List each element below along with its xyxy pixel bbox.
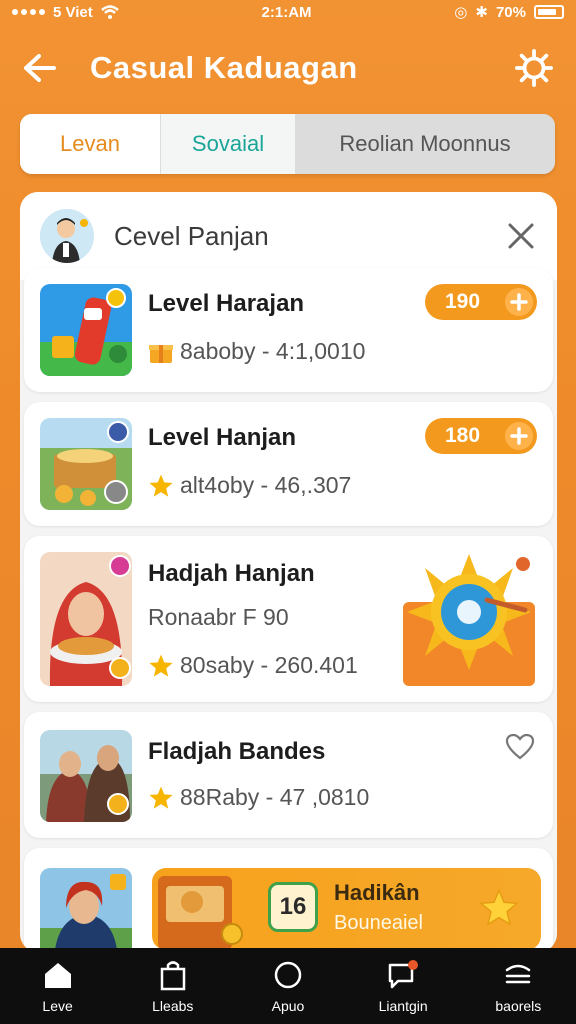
alarm-icon: ◎ (454, 4, 468, 21)
home-icon (41, 958, 75, 992)
tab-levan[interactable]: Levan (20, 114, 160, 174)
star-icon (149, 474, 173, 497)
item-thumbnail (40, 418, 132, 510)
price-button[interactable]: 190 (425, 284, 537, 320)
gear-icon (515, 49, 553, 87)
item-title: Fladjah Bandes (148, 738, 326, 765)
avatar (40, 209, 94, 263)
toy-illustration (40, 284, 132, 376)
add-icon (505, 422, 533, 450)
promo-title: Hadikân (334, 880, 420, 905)
status-bar: 5 Viet 2:1:AM ◎ ✱ 70% (0, 0, 576, 24)
item-title: Level Hanjan (148, 424, 297, 451)
woman-portrait-illustration (40, 868, 132, 952)
nav-item-lleabs[interactable]: Lleabs (123, 958, 223, 1014)
nav-item-liantgin[interactable]: Liantgin (353, 958, 453, 1014)
nav-label: baorels (495, 998, 542, 1014)
item-meta-row: 88Raby - 47 ,0810 (148, 784, 369, 811)
people-illustration (40, 730, 132, 822)
back-button[interactable] (20, 48, 60, 88)
promo-subtitle: Bouneaiel (334, 912, 423, 934)
list-item[interactable]: Fladjah Bandes 88Raby - 47 ,0810 (24, 712, 553, 838)
item-meta-row: alt4oby - 46,.307 (148, 472, 351, 499)
tab-sovaial[interactable]: Sovaial (160, 114, 295, 174)
app-screen: 5 Viet 2:1:AM ◎ ✱ 70% Casual Kaduagan Le (0, 0, 576, 1024)
tab-bar: Levan Sovaial Reolian Moonnus (20, 114, 555, 174)
heart-icon[interactable] (505, 732, 535, 762)
item-thumbnail (40, 284, 132, 376)
settings-button[interactable] (512, 46, 556, 90)
page-title: Casual Kaduagan (90, 50, 358, 85)
close-icon[interactable] (507, 222, 535, 250)
nav-item-leve[interactable]: Leve (8, 958, 108, 1014)
chat-icon (386, 958, 420, 992)
clock: 2:1:AM (261, 3, 312, 21)
nav-item-baorels[interactable]: baorels (468, 958, 568, 1014)
item-subtitle: Ronaabr F 90 (148, 604, 289, 630)
stack-icon (501, 958, 535, 992)
gift-icon (149, 344, 173, 363)
carrier-label: 5 Viet (53, 3, 93, 21)
sun-reward-illustration[interactable] (399, 550, 539, 690)
circle-icon (271, 958, 305, 992)
bluetooth-icon: ✱ (475, 4, 488, 21)
add-icon (505, 288, 533, 316)
star-icon (479, 888, 519, 926)
chest-illustration (158, 876, 243, 950)
item-meta: 80saby - 260.401 (180, 652, 358, 678)
tab-reolian[interactable]: Reolian Moonnus (295, 114, 555, 174)
list-panel: Cevel Panjan Level Harajan 8aboby - 4:1,… (20, 192, 557, 952)
item-thumbnail (40, 730, 132, 822)
basket-illustration (40, 418, 132, 510)
level-badge: 16 (268, 882, 318, 932)
back-arrow-icon (24, 54, 56, 82)
woman-food-illustration (40, 552, 132, 686)
panel-title: Cevel Panjan (114, 220, 269, 251)
item-meta: alt4oby - 46,.307 (180, 472, 352, 498)
bottom-nav: Leve Lleabs Apuo Liantgin baorels (0, 948, 576, 1024)
bag-icon (156, 958, 190, 992)
nav-label: Apuo (271, 998, 305, 1014)
person-illustration (40, 209, 94, 263)
price-button[interactable]: 180 (425, 418, 537, 454)
nav-item-apuo[interactable]: Apuo (238, 958, 338, 1014)
panel-header: Cevel Panjan (20, 192, 557, 280)
nav-label: Leve (42, 998, 73, 1014)
item-thumbnail (40, 868, 132, 952)
star-icon (149, 654, 173, 677)
app-header: Casual Kaduagan (0, 40, 576, 96)
list-item[interactable]: 16 Hadikân Bouneaiel (24, 848, 553, 952)
list-item[interactable]: Level Harajan 8aboby - 4:1,0010 190 (24, 268, 553, 392)
item-meta: 88Raby - 47 ,0810 (180, 784, 370, 810)
wifi-icon (100, 5, 119, 19)
item-meta-row: 80saby - 260.401 (148, 652, 358, 679)
price-label: 180 (445, 424, 481, 447)
star-icon (149, 786, 173, 809)
item-meta: 8aboby - 4:1,0010 (180, 338, 366, 364)
level-badge-number: 16 (279, 893, 307, 920)
list-item[interactable]: Hadjah Hanjan Ronaabr F 90 80saby - 260.… (24, 536, 553, 702)
item-title: Hadjah Hanjan (148, 560, 315, 587)
item-meta-row: 8aboby - 4:1,0010 (148, 338, 365, 365)
list-item[interactable]: Level Hanjan alt4oby - 46,.307 180 (24, 402, 553, 526)
promo-banner[interactable]: 16 Hadikân Bouneaiel (152, 868, 541, 950)
nav-label: Liantgin (378, 998, 428, 1014)
item-title: Level Harajan (148, 290, 305, 317)
battery-percent: 70% (495, 3, 526, 21)
signal-icon (12, 9, 45, 15)
battery-icon (534, 5, 564, 19)
nav-label: Lleabs (152, 998, 194, 1014)
item-thumbnail (40, 552, 132, 686)
price-label: 190 (445, 290, 481, 313)
